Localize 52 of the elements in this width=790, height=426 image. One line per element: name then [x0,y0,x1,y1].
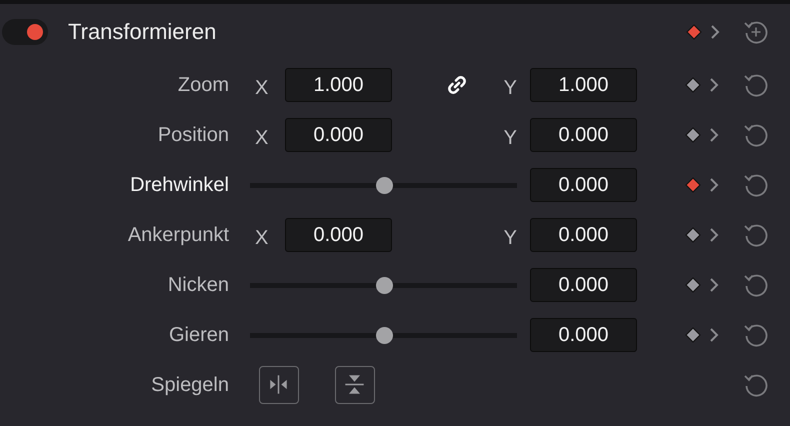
value-field[interactable]: 1.000 [530,68,637,102]
reset-icon[interactable] [743,222,769,248]
keyframe-icon[interactable] [686,24,702,40]
value-field[interactable]: 0.000 [530,168,637,202]
keyframe-icon[interactable] [685,277,701,293]
chevron-right-icon[interactable] [708,226,720,244]
axis-label: X [254,226,270,250]
keyframe-icon[interactable] [685,227,701,243]
reset-icon[interactable] [743,72,769,98]
value-field[interactable]: 0.000 [530,118,637,152]
value-field[interactable]: 0.000 [285,218,392,252]
section-title: Transformieren [68,19,216,45]
slider-thumb[interactable] [376,176,392,194]
reset-icon[interactable] [743,322,769,348]
chevron-right-icon[interactable] [709,23,721,41]
keyframe-icon[interactable] [685,327,701,343]
parameter-label: Position [156,124,229,146]
chevron-right-icon[interactable] [708,176,720,194]
axis-label: X [254,76,270,100]
enable-toggle[interactable] [2,19,48,45]
axis-label: Y [504,126,517,150]
parameter-label: Zoom [176,74,229,96]
reset-icon[interactable] [743,372,769,398]
add-reset-icon[interactable] [743,19,769,45]
keyframe-icon[interactable] [685,127,701,143]
reset-icon[interactable] [743,172,769,198]
chevron-right-icon[interactable] [708,126,720,144]
axis-label: X [254,126,270,150]
value-field[interactable]: 0.000 [530,218,637,252]
flip-vertical-button[interactable] [335,366,375,404]
keyframe-icon[interactable] [685,77,701,93]
value-field[interactable]: 0.000 [530,268,637,302]
value-field[interactable]: 0.000 [285,118,392,152]
reset-icon[interactable] [743,122,769,148]
flip-horizontal-button[interactable] [259,366,299,404]
value-field[interactable]: 1.000 [285,68,392,102]
parameter-label: Spiegeln [150,374,229,396]
parameter-label: Nicken [166,274,229,296]
axis-label: Y [504,226,517,250]
parameter-label: Ankerpunkt [126,224,229,246]
axis-label: Y [504,76,517,100]
keyframe-icon[interactable] [685,177,701,193]
link-icon[interactable] [445,73,469,97]
parameter-label: Drehwinkel [129,174,229,196]
value-field[interactable]: 0.000 [530,318,637,352]
parameter-label: Gieren [168,324,229,346]
slider-thumb[interactable] [376,276,392,294]
chevron-right-icon[interactable] [708,326,720,344]
reset-icon[interactable] [743,272,769,298]
slider-thumb[interactable] [376,326,392,344]
chevron-right-icon[interactable] [708,76,720,94]
chevron-right-icon[interactable] [708,276,720,294]
